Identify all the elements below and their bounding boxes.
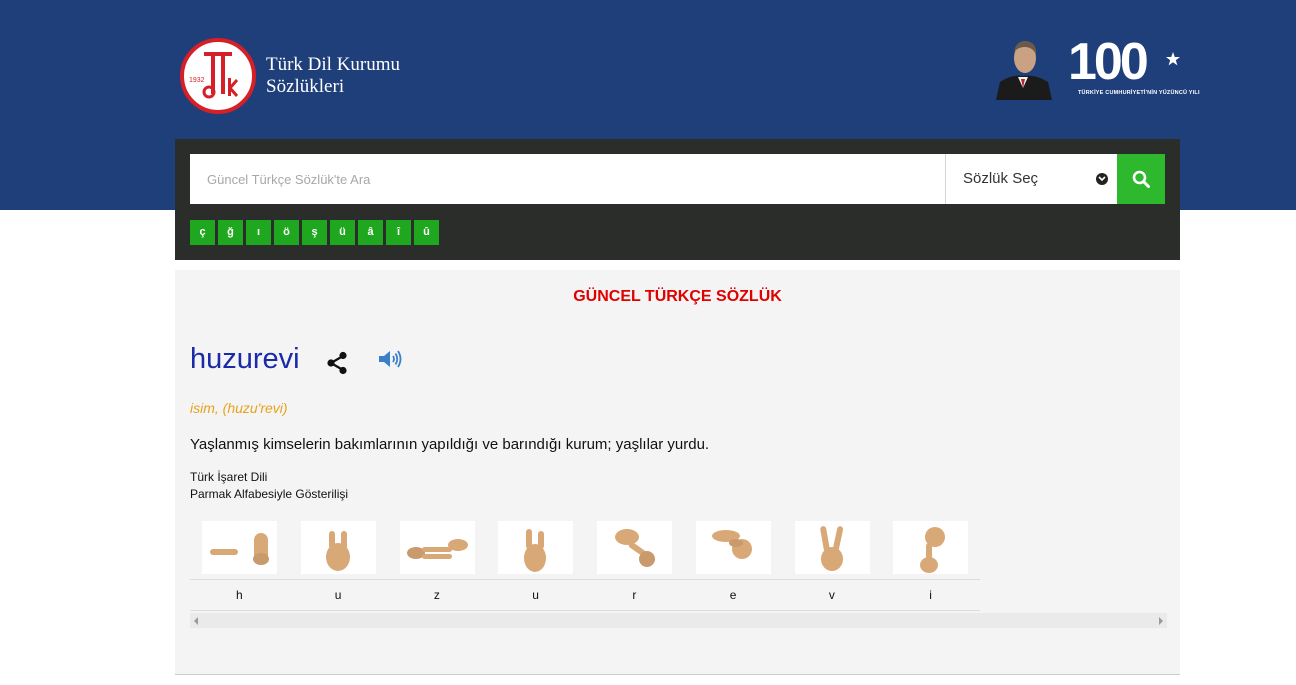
tdk-logo[interactable]: 1932 bbox=[180, 38, 256, 114]
hand-sign-icon bbox=[695, 521, 771, 574]
tdk-logo-mark: 1932 bbox=[189, 52, 239, 99]
sign-cell bbox=[289, 517, 388, 579]
sign-cell bbox=[585, 517, 684, 579]
dictionary-select[interactable]: Sözlük Seç bbox=[945, 154, 1118, 204]
dictionary-select-label: Sözlük Seç bbox=[963, 170, 1039, 187]
sign-language-subtitle: Parmak Alfabesiyle Gösterilişi bbox=[190, 487, 349, 501]
sign-language-label: Türk İşaret Dili Parmak Alfabesiyle Göst… bbox=[190, 469, 348, 503]
brand-name[interactable]: Türk Dil Kurumu Sözlükleri bbox=[266, 54, 400, 98]
entry-word: huzurevi bbox=[190, 343, 300, 375]
definition: Yaşlanmış kimselerin bakımlarının yapıld… bbox=[190, 436, 710, 453]
sign-letter: u bbox=[334, 588, 342, 602]
hand-sign-icon bbox=[597, 521, 672, 574]
letter-button[interactable]: ç bbox=[190, 220, 215, 245]
letter-button[interactable]: ğ bbox=[218, 220, 243, 245]
brand-line-2: Sözlükleri bbox=[266, 76, 345, 97]
sign-language-title: Türk İşaret Dili bbox=[190, 470, 268, 484]
sign-letter: i bbox=[929, 588, 932, 602]
sign-letter: e bbox=[729, 588, 737, 602]
sign-cell bbox=[684, 517, 783, 579]
fingerspelling-letters: h u z u r e v i bbox=[190, 580, 980, 610]
section-title: GÜNCEL TÜRKÇE SÖZLÜK bbox=[573, 288, 782, 305]
search-input[interactable] bbox=[190, 154, 945, 204]
search-icon bbox=[1132, 170, 1150, 188]
sign-cell bbox=[190, 517, 289, 579]
sign-letter: z bbox=[433, 588, 440, 602]
horizontal-scrollbar[interactable] bbox=[190, 613, 1167, 628]
share-icon[interactable] bbox=[326, 351, 348, 375]
brand-line-1: Türk Dil Kurumu bbox=[266, 54, 401, 75]
scroll-right-arrow-icon[interactable] bbox=[1159, 617, 1163, 625]
hand-sign-icon bbox=[794, 521, 870, 574]
centennial-caption: TÜRKİYE CUMHURİYETİ'NİN YÜZÜNCÜ YILI bbox=[1078, 90, 1200, 96]
letter-button[interactable]: ü bbox=[330, 220, 355, 245]
speaker-icon[interactable] bbox=[377, 348, 403, 370]
sign-cell bbox=[783, 517, 882, 579]
letter-button[interactable]: î bbox=[386, 220, 411, 245]
centennial-badge: 100 TÜRKİYE CUMHURİYETİ'NİN YÜZÜNCÜ YILI bbox=[990, 33, 1199, 102]
search-button[interactable] bbox=[1117, 154, 1165, 204]
letter-button[interactable]: ı bbox=[246, 220, 271, 245]
sign-letter: h bbox=[236, 588, 243, 602]
centennial-number: 100 bbox=[1068, 33, 1149, 91]
sign-letter: r bbox=[632, 588, 637, 602]
letter-button[interactable]: û bbox=[414, 220, 439, 245]
sign-letter: v bbox=[828, 588, 835, 602]
sign-cell bbox=[388, 517, 487, 579]
hand-sign-icon bbox=[893, 521, 969, 574]
sign-cell bbox=[881, 517, 980, 579]
grammar-info: isim, (huzu'revi) bbox=[190, 400, 288, 416]
ataturk-portrait bbox=[990, 36, 1056, 100]
letter-button[interactable]: ö bbox=[274, 220, 299, 245]
fingerspelling-images bbox=[190, 517, 980, 579]
hand-sign-icon bbox=[202, 521, 277, 574]
letter-button[interactable]: â bbox=[358, 220, 383, 245]
hand-sign-icon bbox=[300, 521, 376, 574]
entry-panel: GÜNCEL TÜRKÇE SÖZLÜK huzurevi isim, (huz… bbox=[175, 270, 1180, 675]
sign-letter: u bbox=[532, 588, 539, 602]
special-letter-bar: ç ğ ı ö ş ü â î û bbox=[190, 220, 439, 245]
svg-text:1932: 1932 bbox=[189, 77, 205, 84]
hand-sign-icon bbox=[498, 521, 574, 574]
letter-button[interactable]: ş bbox=[302, 220, 327, 245]
hand-sign-icon bbox=[399, 521, 475, 574]
chevron-down-icon bbox=[1096, 173, 1108, 185]
search-panel: Sözlük Seç ç ğ ı ö ş ü â î û bbox=[175, 139, 1180, 260]
scroll-left-arrow-icon[interactable] bbox=[194, 617, 198, 625]
fingerspelling-table: h u z u r e v i bbox=[190, 517, 980, 611]
star-icon bbox=[1166, 52, 1180, 66]
sign-cell bbox=[486, 517, 585, 579]
table-divider bbox=[190, 610, 980, 611]
